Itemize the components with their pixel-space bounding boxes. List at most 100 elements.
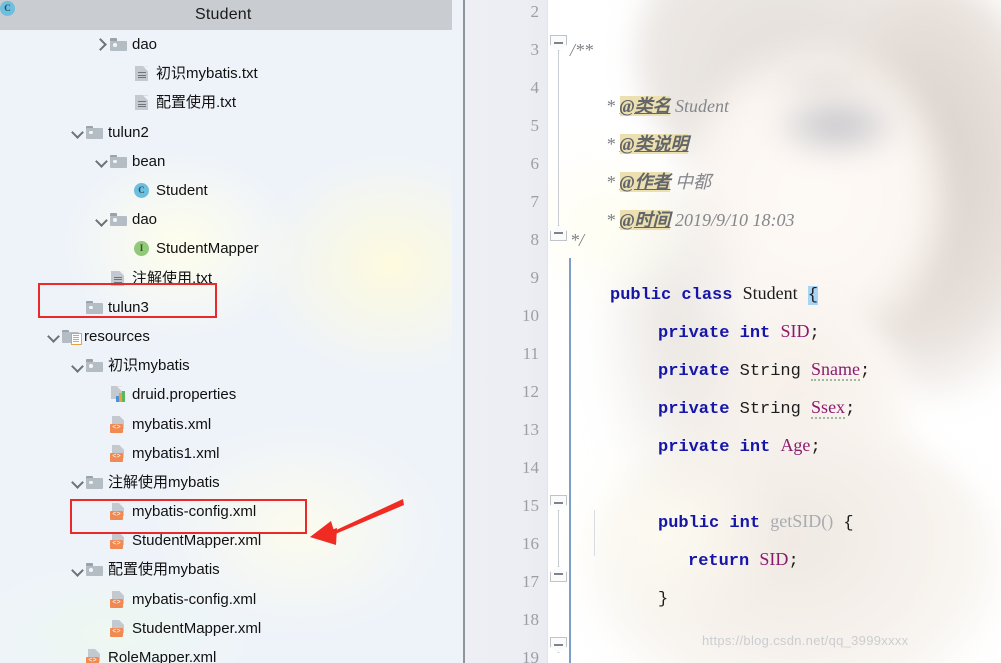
fold-marker-collapse-setter[interactable] (550, 637, 567, 653)
folder-icon (86, 474, 103, 491)
field-ssex: Ssex (811, 397, 846, 419)
tree-row[interactable]: <> mybatis-config.xml (0, 585, 452, 614)
javadoc-tag-classdesc: @类说明 (619, 134, 689, 154)
xml-file-icon: <> (110, 444, 127, 462)
line-number: 8 (530, 230, 540, 249)
folder-icon (86, 561, 103, 578)
chevron-down-icon[interactable] (70, 124, 86, 140)
line-number: 7 (530, 192, 540, 211)
fold-marker-collapse-comment[interactable] (550, 35, 567, 51)
code-comment-star: * (606, 134, 615, 154)
line-number: 16 (522, 534, 539, 553)
method-setsid: setSID (780, 659, 829, 663)
tree-row[interactable]: C Student (0, 176, 452, 205)
chevron-down-icon[interactable] (46, 328, 62, 344)
tree-row[interactable]: I StudentMapper (0, 234, 452, 263)
xml-file-icon: <> (110, 532, 127, 550)
tree-row[interactable]: 注解使用mybatis (0, 468, 452, 497)
keyword-public: public (610, 286, 672, 305)
line-number: 4 (530, 78, 540, 97)
code-folding-gutter[interactable] (548, 0, 570, 663)
type-int: int (739, 324, 771, 343)
tree-row[interactable]: <> mybatis.xml (0, 409, 452, 438)
code-comment-close: */ (570, 230, 585, 250)
semicolon: ; (809, 324, 820, 343)
field-sid: SID (780, 321, 810, 341)
tree-row[interactable]: 注解使用.txt (0, 264, 452, 293)
tree-row[interactable]: tulun2 (0, 118, 452, 147)
tree-row-label: resources (84, 327, 150, 345)
semicolon: ; (845, 400, 856, 419)
tree-row[interactable]: 配置使用mybatis (0, 555, 452, 584)
tree-row[interactable]: bean (0, 147, 452, 176)
resources-folder-icon (62, 328, 82, 345)
tree-row[interactable]: 配置使用.txt (0, 88, 452, 117)
selected-tree-row-student[interactable]: C Student (0, 0, 465, 30)
keyword-private: private (658, 400, 730, 419)
tree-row-label: StudentMapper (156, 240, 259, 258)
chevron-down-icon[interactable] (94, 153, 110, 169)
code-comment-star: * (606, 96, 615, 116)
code-editor[interactable]: 2 3 4 5 6 7 8 9 10 11 12 13 14 15 16 17 18 19 (465, 0, 1001, 663)
brace-open-selected: { (807, 286, 819, 305)
tree-scrollbar-track[interactable] (452, 0, 463, 663)
chevron-down-icon[interactable] (94, 212, 110, 228)
tree-row[interactable]: resources (0, 322, 452, 351)
ide-screenshot: C Student dao 初识mybatis.txt 配置使用.txt tulun2… (0, 0, 1001, 663)
tree-row[interactable]: <> StudentMapper.xml (0, 614, 452, 643)
tree-row-label: 初识mybatis.txt (156, 65, 258, 83)
xml-file-icon: <> (110, 590, 127, 608)
line-number: 13 (522, 420, 539, 439)
tree-row-label: 注解使用.txt (132, 269, 213, 287)
fold-marker-comment-end[interactable] (550, 225, 567, 241)
tree-row[interactable]: <> RoleMapper.xml (0, 643, 452, 663)
tree-row[interactable]: 初识mybatis.txt (0, 59, 452, 88)
line-number: 15 (522, 496, 539, 515)
chevron-down-icon[interactable] (70, 358, 86, 374)
tree-row[interactable]: dao (0, 30, 452, 59)
class-icon: C (134, 182, 151, 199)
code-content[interactable]: /** * @类名 Student * @类说明 * @作者 中都 * @时间 … (570, 0, 1001, 663)
file-tree[interactable]: dao 初识mybatis.txt 配置使用.txt tulun2 bean C Stude… (0, 30, 452, 663)
tree-row[interactable]: druid.properties (0, 380, 452, 409)
tree-row-label: 配置使用mybatis (108, 561, 220, 579)
tree-row[interactable]: dao (0, 205, 452, 234)
text-file-icon (134, 94, 151, 111)
fold-marker-method-end[interactable] (550, 566, 567, 582)
chevron-right-icon[interactable] (94, 37, 110, 53)
tree-row[interactable]: 初识mybatis (0, 351, 452, 380)
tree-row[interactable]: tulun3 (0, 293, 452, 322)
chevron-down-icon[interactable] (70, 562, 86, 578)
tree-row-label: 初识mybatis (108, 357, 190, 375)
type-int: int (739, 438, 771, 457)
properties-file-icon (110, 386, 127, 403)
code-comment-star: * (606, 172, 615, 192)
line-number: 6 (530, 154, 540, 173)
keyword-public: public (658, 514, 720, 533)
tree-row[interactable]: <> mybatis1.xml (0, 439, 452, 468)
keyword-return: return (688, 552, 750, 571)
interface-icon: I (134, 240, 151, 257)
fold-marker-collapse-method[interactable] (550, 495, 567, 511)
brace-close: } (658, 590, 669, 609)
tree-row-label: tulun2 (108, 123, 149, 141)
tree-row-label: 注解使用mybatis (108, 473, 220, 491)
tree-row[interactable]: <> StudentMapper.xml (0, 526, 452, 555)
tree-row-label: StudentMapper.xml (132, 532, 262, 550)
folder-icon (110, 36, 127, 53)
chevron-down-icon[interactable] (70, 474, 86, 490)
keyword-class: class (681, 286, 733, 305)
keyword-private: private (658, 438, 730, 457)
line-number: 12 (522, 382, 539, 401)
xml-file-icon: <> (110, 503, 127, 521)
tree-row-label: druid.properties (132, 386, 237, 404)
tree-row[interactable]: <> mybatis-config.xml (0, 497, 452, 526)
keyword-private: private (658, 324, 730, 343)
